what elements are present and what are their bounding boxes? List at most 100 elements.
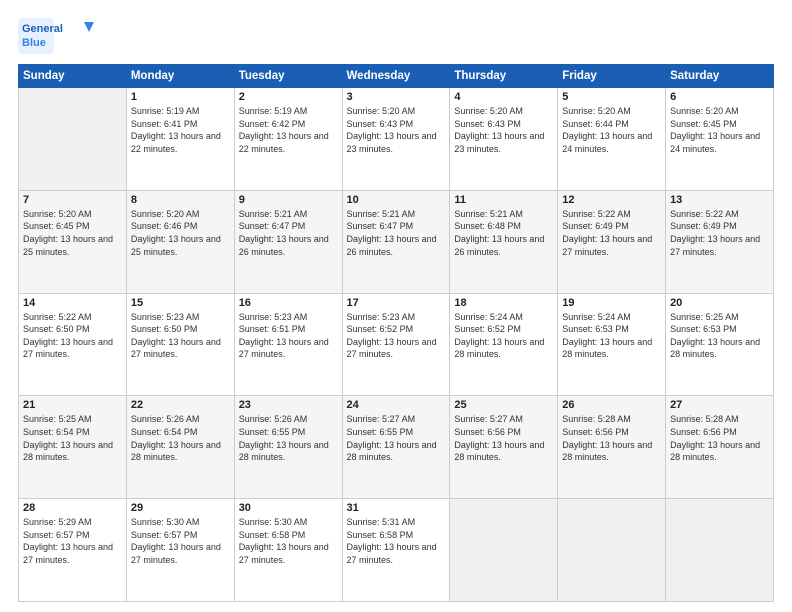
sunrise-label: Sunrise: 5:30 AM: [239, 517, 308, 527]
day-info: Sunrise: 5:23 AM Sunset: 6:50 PM Dayligh…: [131, 311, 230, 361]
sunset-label: Sunset: 6:47 PM: [239, 221, 306, 231]
day-info: Sunrise: 5:22 AM Sunset: 6:50 PM Dayligh…: [23, 311, 122, 361]
daylight-label: Daylight: 13 hours and 27 minutes.: [347, 542, 437, 565]
calendar-cell: 30 Sunrise: 5:30 AM Sunset: 6:58 PM Dayl…: [234, 499, 342, 602]
sunrise-label: Sunrise: 5:20 AM: [562, 106, 631, 116]
sunrise-label: Sunrise: 5:23 AM: [131, 312, 200, 322]
day-info: Sunrise: 5:24 AM Sunset: 6:53 PM Dayligh…: [562, 311, 661, 361]
day-number: 17: [347, 297, 446, 309]
calendar-header-row: SundayMondayTuesdayWednesdayThursdayFrid…: [19, 65, 774, 88]
daylight-label: Daylight: 13 hours and 22 minutes.: [131, 131, 221, 154]
sunset-label: Sunset: 6:56 PM: [670, 427, 737, 437]
day-info: Sunrise: 5:31 AM Sunset: 6:58 PM Dayligh…: [347, 516, 446, 566]
daylight-label: Daylight: 13 hours and 27 minutes.: [239, 337, 329, 360]
sunrise-label: Sunrise: 5:20 AM: [131, 209, 200, 219]
daylight-label: Daylight: 13 hours and 28 minutes.: [23, 440, 113, 463]
daylight-label: Daylight: 13 hours and 27 minutes.: [23, 542, 113, 565]
day-info: Sunrise: 5:20 AM Sunset: 6:44 PM Dayligh…: [562, 105, 661, 155]
day-number: 16: [239, 297, 338, 309]
day-number: 25: [454, 399, 553, 411]
sunset-label: Sunset: 6:57 PM: [131, 530, 198, 540]
sunrise-label: Sunrise: 5:25 AM: [670, 312, 739, 322]
day-info: Sunrise: 5:28 AM Sunset: 6:56 PM Dayligh…: [670, 413, 769, 463]
sunset-label: Sunset: 6:53 PM: [562, 324, 629, 334]
day-header-tuesday: Tuesday: [234, 65, 342, 88]
day-info: Sunrise: 5:20 AM Sunset: 6:45 PM Dayligh…: [670, 105, 769, 155]
sunset-label: Sunset: 6:50 PM: [23, 324, 90, 334]
day-number: 31: [347, 502, 446, 514]
sunset-label: Sunset: 6:46 PM: [131, 221, 198, 231]
daylight-label: Daylight: 13 hours and 24 minutes.: [562, 131, 652, 154]
sunrise-label: Sunrise: 5:23 AM: [239, 312, 308, 322]
daylight-label: Daylight: 13 hours and 23 minutes.: [454, 131, 544, 154]
sunrise-label: Sunrise: 5:20 AM: [670, 106, 739, 116]
day-number: 3: [347, 91, 446, 103]
calendar-cell: 27 Sunrise: 5:28 AM Sunset: 6:56 PM Dayl…: [666, 396, 774, 499]
daylight-label: Daylight: 13 hours and 28 minutes.: [239, 440, 329, 463]
day-number: 6: [670, 91, 769, 103]
week-row-2: 7 Sunrise: 5:20 AM Sunset: 6:45 PM Dayli…: [19, 190, 774, 293]
week-row-3: 14 Sunrise: 5:22 AM Sunset: 6:50 PM Dayl…: [19, 293, 774, 396]
calendar-cell: 6 Sunrise: 5:20 AM Sunset: 6:45 PM Dayli…: [666, 88, 774, 191]
daylight-label: Daylight: 13 hours and 28 minutes.: [670, 440, 760, 463]
calendar-cell: 22 Sunrise: 5:26 AM Sunset: 6:54 PM Dayl…: [126, 396, 234, 499]
sunrise-label: Sunrise: 5:30 AM: [131, 517, 200, 527]
sunrise-label: Sunrise: 5:19 AM: [131, 106, 200, 116]
calendar-cell: 12 Sunrise: 5:22 AM Sunset: 6:49 PM Dayl…: [558, 190, 666, 293]
daylight-label: Daylight: 13 hours and 28 minutes.: [454, 440, 544, 463]
day-number: 10: [347, 194, 446, 206]
sunset-label: Sunset: 6:52 PM: [347, 324, 414, 334]
day-number: 24: [347, 399, 446, 411]
sunset-label: Sunset: 6:41 PM: [131, 119, 198, 129]
sunrise-label: Sunrise: 5:29 AM: [23, 517, 92, 527]
sunset-label: Sunset: 6:54 PM: [131, 427, 198, 437]
calendar-cell: 3 Sunrise: 5:20 AM Sunset: 6:43 PM Dayli…: [342, 88, 450, 191]
sunset-label: Sunset: 6:44 PM: [562, 119, 629, 129]
day-number: 5: [562, 91, 661, 103]
day-info: Sunrise: 5:30 AM Sunset: 6:57 PM Dayligh…: [131, 516, 230, 566]
sunset-label: Sunset: 6:47 PM: [347, 221, 414, 231]
day-info: Sunrise: 5:22 AM Sunset: 6:49 PM Dayligh…: [562, 208, 661, 258]
daylight-label: Daylight: 13 hours and 22 minutes.: [239, 131, 329, 154]
daylight-label: Daylight: 13 hours and 27 minutes.: [347, 337, 437, 360]
day-info: Sunrise: 5:19 AM Sunset: 6:41 PM Dayligh…: [131, 105, 230, 155]
day-number: 21: [23, 399, 122, 411]
day-number: 2: [239, 91, 338, 103]
day-info: Sunrise: 5:27 AM Sunset: 6:56 PM Dayligh…: [454, 413, 553, 463]
calendar-cell: 7 Sunrise: 5:20 AM Sunset: 6:45 PM Dayli…: [19, 190, 127, 293]
daylight-label: Daylight: 13 hours and 27 minutes.: [239, 542, 329, 565]
daylight-label: Daylight: 13 hours and 27 minutes.: [23, 337, 113, 360]
day-number: 23: [239, 399, 338, 411]
daylight-label: Daylight: 13 hours and 26 minutes.: [239, 234, 329, 257]
calendar-cell: 28 Sunrise: 5:29 AM Sunset: 6:57 PM Dayl…: [19, 499, 127, 602]
day-number: 8: [131, 194, 230, 206]
calendar-cell: 18 Sunrise: 5:24 AM Sunset: 6:52 PM Dayl…: [450, 293, 558, 396]
sunset-label: Sunset: 6:49 PM: [562, 221, 629, 231]
calendar-cell: 5 Sunrise: 5:20 AM Sunset: 6:44 PM Dayli…: [558, 88, 666, 191]
svg-text:General: General: [22, 23, 63, 35]
day-number: 18: [454, 297, 553, 309]
calendar-cell: 26 Sunrise: 5:28 AM Sunset: 6:56 PM Dayl…: [558, 396, 666, 499]
day-info: Sunrise: 5:23 AM Sunset: 6:51 PM Dayligh…: [239, 311, 338, 361]
daylight-label: Daylight: 13 hours and 26 minutes.: [347, 234, 437, 257]
day-info: Sunrise: 5:30 AM Sunset: 6:58 PM Dayligh…: [239, 516, 338, 566]
day-header-wednesday: Wednesday: [342, 65, 450, 88]
day-info: Sunrise: 5:25 AM Sunset: 6:54 PM Dayligh…: [23, 413, 122, 463]
sunset-label: Sunset: 6:45 PM: [23, 221, 90, 231]
day-info: Sunrise: 5:20 AM Sunset: 6:45 PM Dayligh…: [23, 208, 122, 258]
logo-svg: General Blue: [18, 18, 98, 54]
sunset-label: Sunset: 6:51 PM: [239, 324, 306, 334]
day-number: 9: [239, 194, 338, 206]
calendar-cell: 1 Sunrise: 5:19 AM Sunset: 6:41 PM Dayli…: [126, 88, 234, 191]
daylight-label: Daylight: 13 hours and 27 minutes.: [131, 337, 221, 360]
day-number: 20: [670, 297, 769, 309]
calendar-body: 1 Sunrise: 5:19 AM Sunset: 6:41 PM Dayli…: [19, 88, 774, 602]
day-number: 7: [23, 194, 122, 206]
sunrise-label: Sunrise: 5:25 AM: [23, 414, 92, 424]
day-header-sunday: Sunday: [19, 65, 127, 88]
sunset-label: Sunset: 6:43 PM: [454, 119, 521, 129]
sunset-label: Sunset: 6:58 PM: [239, 530, 306, 540]
sunset-label: Sunset: 6:45 PM: [670, 119, 737, 129]
calendar-cell: 17 Sunrise: 5:23 AM Sunset: 6:52 PM Dayl…: [342, 293, 450, 396]
day-info: Sunrise: 5:23 AM Sunset: 6:52 PM Dayligh…: [347, 311, 446, 361]
